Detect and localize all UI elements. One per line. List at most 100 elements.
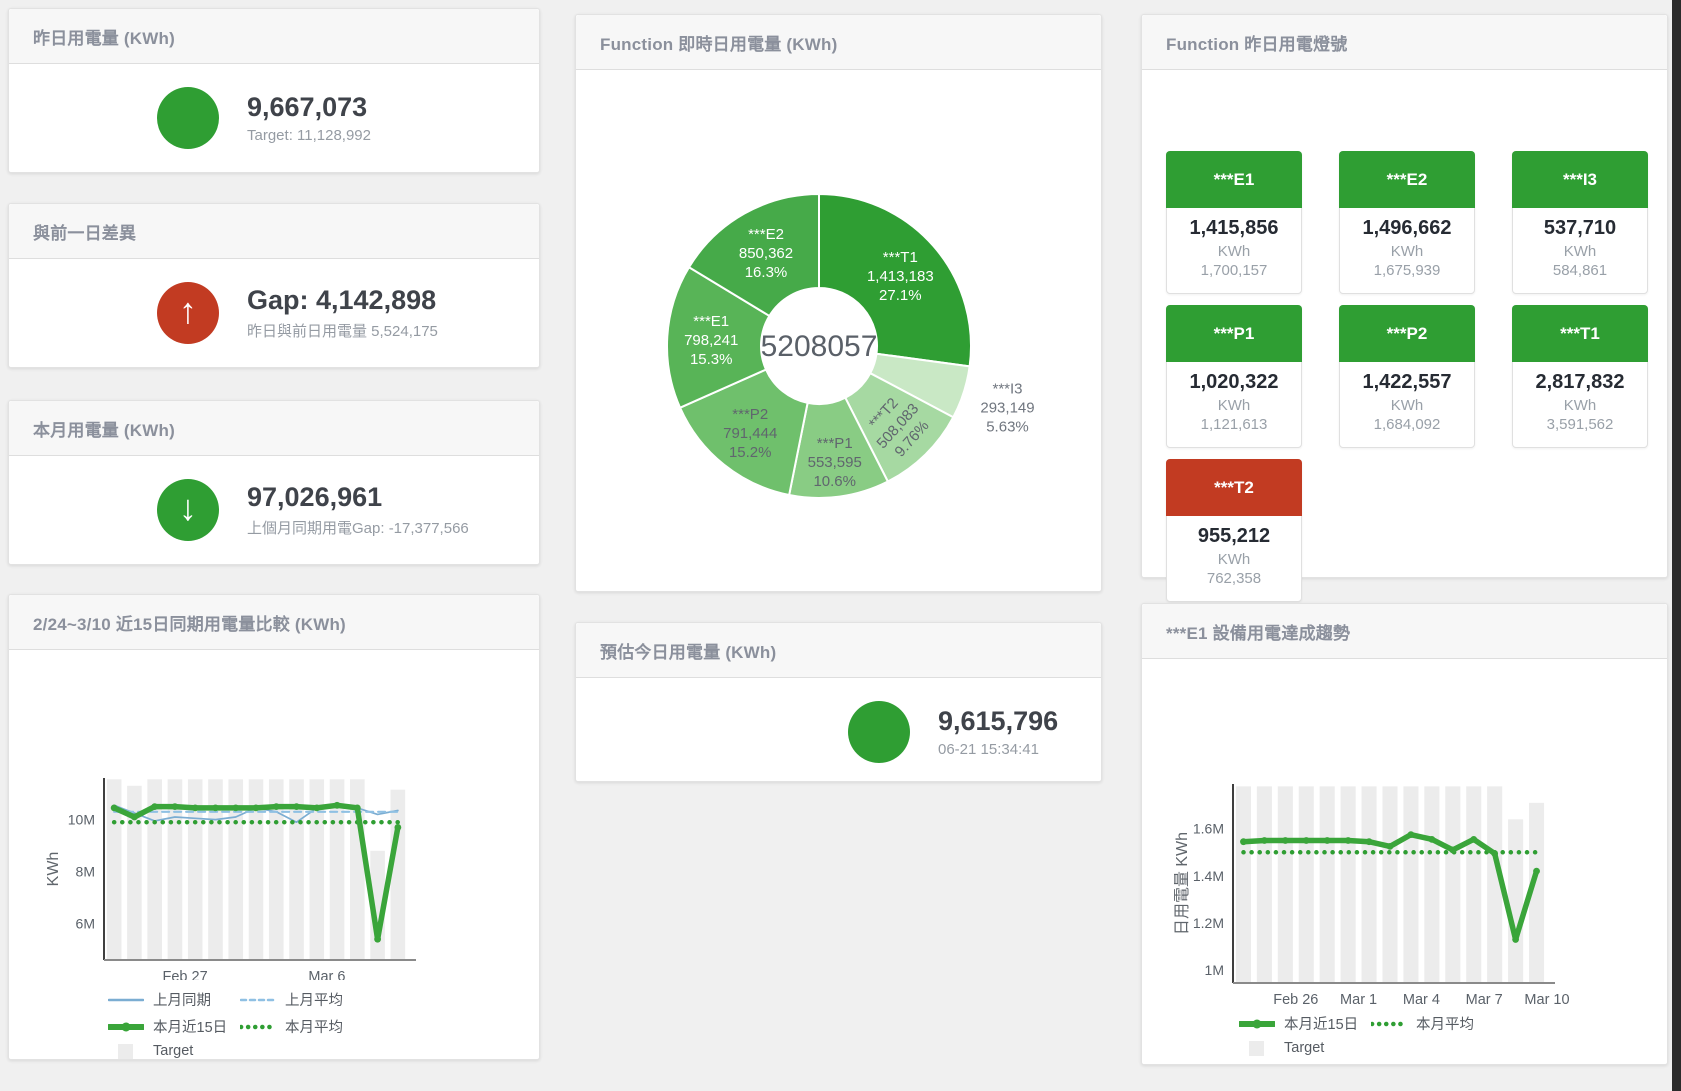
series-marker: [1303, 837, 1310, 844]
status-circle-green-down: ↓: [157, 479, 219, 541]
series-marker: [172, 803, 179, 810]
legend-label: 本月平均: [1416, 1013, 1474, 1034]
x-tick-label: Mar 10: [1524, 992, 1569, 1004]
donut-body: ***T11,413,18327.1%***I3293,1495.63%***T…: [576, 70, 1101, 596]
series-marker: [313, 805, 320, 812]
target-bar: [1403, 786, 1418, 983]
e1-trend-legend: 本月近15日 本月平均 Target: [1142, 1013, 1667, 1056]
series-marker: [394, 824, 401, 831]
x-tick-label: Mar 7: [1466, 992, 1503, 1004]
panel-lights-header: Function 昨日用電燈號: [1142, 15, 1667, 70]
tile-p2-unit: KWh: [1340, 397, 1474, 414]
yesterday-value: 9,667,073: [247, 92, 371, 123]
series-marker: [1512, 936, 1519, 943]
y-tick-label: 1.4M: [1193, 868, 1224, 884]
tile-t2-unit: KWh: [1167, 551, 1301, 568]
tile-t2-target: 762,358: [1167, 570, 1301, 587]
series-marker: [212, 805, 219, 812]
panel-lights: Function 昨日用電燈號 ***E1 1,415,856 KWh 1,70…: [1141, 14, 1668, 578]
scrollbar[interactable]: [1672, 0, 1681, 1091]
series-marker: [354, 805, 361, 812]
target-bar: [1445, 786, 1460, 983]
series-marker: [1449, 847, 1456, 854]
x-tick-label: Feb 27: [162, 969, 207, 980]
legend-label: 上月平均: [285, 989, 343, 1010]
series-marker: [1240, 838, 1247, 845]
panel-day-gap-header: 與前一日差異: [9, 204, 539, 259]
series-marker: [1282, 837, 1289, 844]
today-value: 9,615,796: [938, 706, 1058, 737]
series-marker: [293, 803, 300, 810]
series-marker: [1324, 837, 1331, 844]
target-bar: [1278, 786, 1293, 983]
target-bar: [1424, 786, 1439, 983]
legend-item-上月同期[interactable]: 上月同期: [108, 989, 240, 1010]
tile-t1-unit: KWh: [1513, 397, 1647, 414]
panel-month-header: 本月用電量 (KWh): [9, 401, 539, 456]
target-bar: [1341, 786, 1356, 983]
compare-chart-body: 6M8M10MFeb 27Mar 6KWh 上月同期 上月平均本月近15日本月平均…: [9, 650, 539, 1059]
month-gap-sub: 上個月同期用電Gap: -17,377,566: [247, 517, 469, 538]
legend-swatch: [1371, 1016, 1407, 1031]
x-tick-label: Mar 4: [1403, 992, 1440, 1004]
panel-today-estimate: 預估今日用電量 (KWh) 9,615,796 06-21 15:34:41: [575, 622, 1102, 782]
y-axis-title: 日用電量 KWh: [1174, 832, 1191, 935]
today-stat: 9,615,796 06-21 15:34:41: [576, 678, 1101, 786]
legend-item-本月平均[interactable]: 本月平均: [240, 1016, 343, 1037]
series-marker: [1261, 837, 1268, 844]
series-marker: [131, 814, 138, 821]
legend-row: Target: [108, 1043, 539, 1059]
tile-e2-value: 1,496,662: [1340, 217, 1474, 240]
target-bar: [391, 790, 406, 960]
panel-donut-header: Function 即時日用電量 (KWh): [576, 15, 1101, 70]
legend-item-本月平均[interactable]: 本月平均: [1371, 1013, 1474, 1034]
target-bar: [1382, 786, 1397, 983]
today-timestamp: 06-21 15:34:41: [938, 741, 1058, 758]
legend-item-Target[interactable]: Target: [108, 1043, 193, 1059]
target-bar: [1466, 786, 1481, 983]
energy-dashboard: 昨日用電量 (KWh) 9,667,073 Target: 11,128,992…: [0, 0, 1681, 1091]
tile-t1-target: 3,591,562: [1513, 416, 1647, 433]
tile-e2-target: 1,675,939: [1340, 262, 1474, 279]
tile-i3-unit: KWh: [1513, 243, 1647, 260]
series-marker: [1387, 843, 1394, 850]
series-marker: [253, 805, 260, 812]
tile-e1: ***E1 1,415,856 KWh 1,700,157: [1166, 151, 1302, 294]
yesterday-stat-text: 9,667,073 Target: 11,128,992: [247, 92, 371, 144]
panel-yesterday-title: 昨日用電量 (KWh): [33, 24, 175, 49]
panel-yesterday-header: 昨日用電量 (KWh): [9, 9, 539, 64]
legend-item-上月平均[interactable]: 上月平均: [240, 989, 343, 1010]
e1-trend-body: 1M1.2M1.4M1.6MFeb 26Mar 1Mar 4Mar 7Mar 1…: [1142, 659, 1667, 1056]
tile-p2: ***P2 1,422,557 KWh 1,684,092: [1339, 305, 1475, 448]
tile-e2-header: ***E2: [1339, 151, 1475, 208]
panel-realtime-donut: Function 即時日用電量 (KWh) ***T11,413,18327.1…: [575, 14, 1102, 592]
panel-today-title: 預估今日用電量 (KWh): [600, 638, 776, 663]
tile-p2-value: 1,422,557: [1340, 371, 1474, 394]
yesterday-target: Target: 11,128,992: [247, 127, 371, 144]
status-circle-red: ↑: [157, 282, 219, 344]
legend-row: 本月近15日本月平均: [108, 1016, 539, 1037]
legend-item-本月近15日[interactable]: 本月近15日: [1239, 1013, 1371, 1034]
legend-swatch: [108, 1019, 144, 1034]
series-marker: [374, 936, 381, 943]
tile-p2-target: 1,684,092: [1340, 416, 1474, 433]
legend-label: 本月近15日: [153, 1016, 227, 1037]
legend-swatch: [1239, 1041, 1275, 1056]
series-marker: [1366, 838, 1373, 845]
compare-chart: 6M8M10MFeb 27Mar 6KWh: [9, 650, 539, 980]
tile-t2-value: 955,212: [1167, 525, 1301, 548]
panel-day-gap-title: 與前一日差異: [33, 219, 136, 244]
series-marker: [1491, 850, 1498, 857]
tile-e1-target: 1,700,157: [1167, 262, 1301, 279]
tile-p1-value: 1,020,322: [1167, 371, 1301, 394]
tile-p1: ***P1 1,020,322 KWh 1,121,613: [1166, 305, 1302, 448]
legend-item-本月近15日[interactable]: 本月近15日: [108, 1016, 240, 1037]
y-tick-label: 1.6M: [1193, 821, 1224, 837]
arrow-down-icon: ↓: [179, 490, 197, 526]
series-marker: [334, 802, 341, 809]
legend-row: 上月同期 上月平均: [108, 989, 539, 1010]
legend-swatch: [1239, 1016, 1275, 1031]
tile-i3-header: ***I3: [1512, 151, 1648, 208]
legend-label: 上月同期: [153, 989, 211, 1010]
legend-item-Target[interactable]: Target: [1239, 1040, 1324, 1056]
